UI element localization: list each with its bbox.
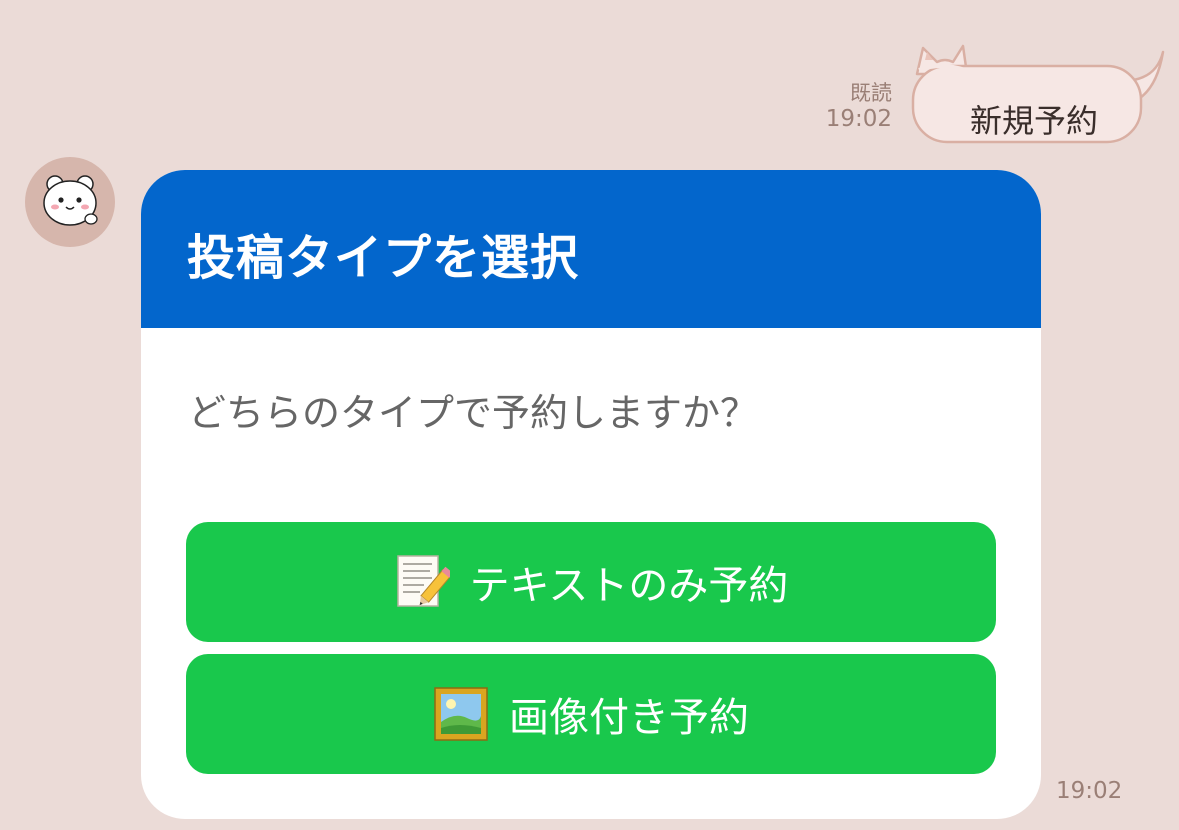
sent-timestamp: 19:02 (825, 106, 892, 132)
image-reservation-button[interactable]: 画像付き予約 (186, 654, 996, 774)
post-type-card: 投稿タイプを選択 どちらのタイプで予約しますか？ テキストのみ予約 画像付き予約 (141, 170, 1041, 819)
card-title: 投稿タイプを選択 (187, 230, 580, 286)
received-timestamp: 19:02 (1056, 778, 1123, 804)
card-header: 投稿タイプを選択 (141, 170, 1041, 328)
outgoing-message-text: 新規予約 (969, 102, 1098, 140)
card-question: どちらのタイプで予約しますか？ (188, 391, 759, 435)
read-receipt-label: 既読 (850, 81, 892, 105)
framed-picture-icon (434, 687, 488, 741)
text-only-reservation-button[interactable]: テキストのみ予約 (186, 522, 996, 642)
bot-avatar[interactable] (25, 157, 115, 247)
bear-avatar-icon (43, 175, 98, 226)
text-only-reservation-label: テキストのみ予約 (469, 563, 789, 609)
outgoing-message-bubble[interactable]: 新規予約 (905, 40, 1170, 150)
image-reservation-label: 画像付き予約 (509, 695, 749, 741)
memo-pencil-icon (396, 555, 450, 607)
